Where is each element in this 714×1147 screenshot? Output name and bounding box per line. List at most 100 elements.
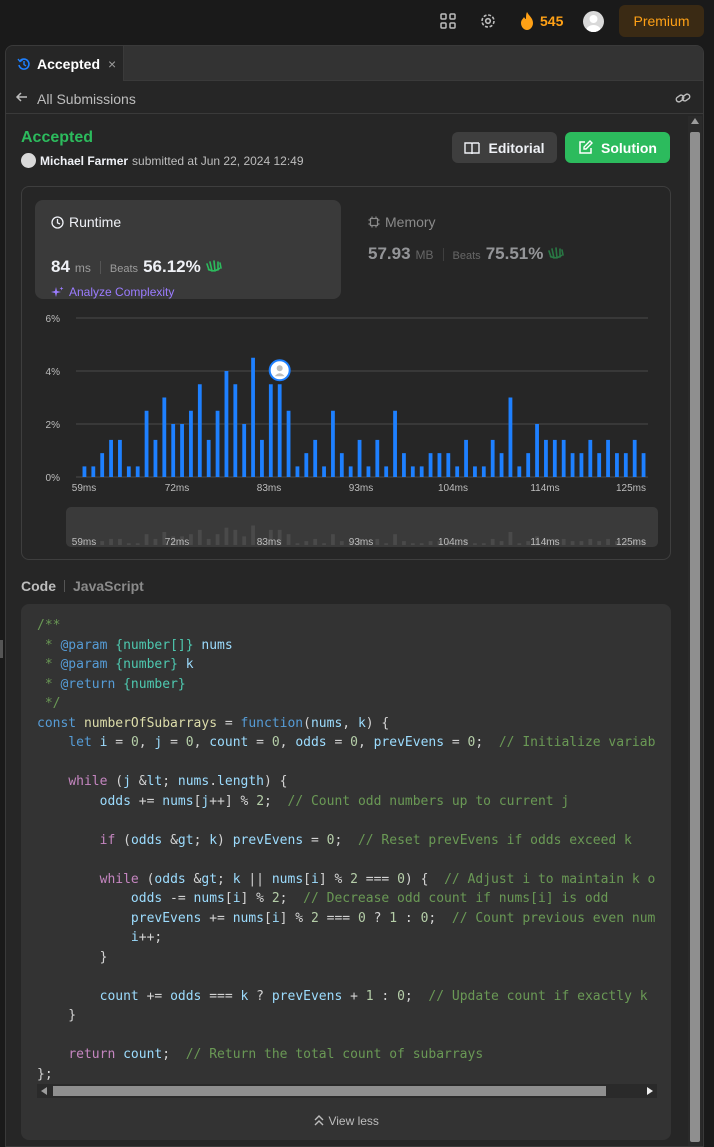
chart-bar <box>481 466 486 477</box>
code-line[interactable]: * @return {number} <box>37 675 655 695</box>
code-line[interactable]: let i = 0, j = 0, count = 0, odds = 0, p… <box>37 733 655 753</box>
navigator-bar <box>570 541 575 545</box>
share-link-icon[interactable] <box>675 91 691 105</box>
code-line[interactable] <box>37 850 655 870</box>
streak-count[interactable]: 545 <box>540 13 563 29</box>
chart-bar <box>570 453 575 477</box>
y-tick-label: 0% <box>46 473 61 484</box>
navigator-bar <box>251 525 255 545</box>
x-tick-label: 114ms <box>530 483 559 494</box>
memory-title-text: Memory <box>385 214 436 230</box>
submitter-avatar[interactable] <box>21 153 36 168</box>
code-line[interactable] <box>37 811 655 831</box>
x-tick-label: 72ms <box>165 483 189 494</box>
submission-panel: Accepted × All Submissions Accepted Mich… <box>5 45 704 1147</box>
sparkle-icon <box>51 286 64 297</box>
horizontal-scrollbar-thumb[interactable] <box>53 1086 606 1096</box>
navigator-bar <box>428 541 433 545</box>
view-less-button[interactable]: View less <box>21 1114 671 1128</box>
navigator-bar <box>384 543 389 545</box>
editorial-button[interactable]: Editorial <box>452 132 557 163</box>
code-block[interactable]: /** * @param {number[]} nums * @param {n… <box>21 604 671 1140</box>
code-line[interactable]: const numberOfSubarrays = function(nums,… <box>37 714 655 734</box>
left-panel-edge[interactable] <box>0 640 3 658</box>
navigator-bar <box>588 538 593 545</box>
premium-button[interactable]: Premium <box>619 5 704 37</box>
code-lines[interactable]: /** * @param {number[]} nums * @param {n… <box>37 616 655 1084</box>
analyze-complexity-label: Analyze Complexity <box>69 285 175 299</box>
solution-button[interactable]: Solution <box>565 132 670 163</box>
chart-bar <box>304 453 309 477</box>
navigator-bar <box>490 538 495 545</box>
code-line[interactable]: if (odds &gt; k) prevEvens = 0; // Reset… <box>37 831 655 851</box>
code-line[interactable] <box>37 753 655 773</box>
scroll-left-arrow[interactable] <box>41 1087 47 1095</box>
streak-fire-icon[interactable] <box>518 11 536 31</box>
chart-bar <box>455 466 460 477</box>
navigator-bar <box>508 532 513 545</box>
navigator-bar <box>375 538 380 545</box>
navigator-bar <box>100 541 105 545</box>
user-avatar[interactable] <box>583 11 604 32</box>
code-line[interactable]: odds += nums[j++] % 2; // Count odd numb… <box>37 792 655 812</box>
chart-bar <box>419 466 424 477</box>
code-line[interactable]: while (odds &gt; k || nums[i] % 2 === 0)… <box>37 870 655 890</box>
navigator-bar <box>481 543 486 545</box>
code-line[interactable]: */ <box>37 694 655 714</box>
navigator-tick-label: 114ms <box>530 537 559 548</box>
code-line[interactable]: * @param {number[]} nums <box>37 636 655 656</box>
code-line[interactable]: i++; <box>37 928 655 948</box>
y-tick-label: 2% <box>46 420 61 431</box>
chart-bar <box>91 466 96 477</box>
x-tick-label: 59ms <box>72 483 96 494</box>
clap-icon <box>205 260 222 272</box>
all-submissions-link[interactable]: All Submissions <box>37 91 136 107</box>
code-line[interactable]: * @param {number} k <box>37 655 655 675</box>
chart-bar <box>428 453 433 477</box>
close-tab-icon[interactable]: × <box>108 56 116 72</box>
code-line[interactable] <box>37 1026 655 1046</box>
navigator-tick-label: 125ms <box>616 537 646 548</box>
editorial-label: Editorial <box>488 139 545 156</box>
code-header: Code JavaScript <box>21 578 144 594</box>
horizontal-scrollbar[interactable] <box>37 1084 657 1098</box>
runtime-distribution-chart[interactable]: 6% 4% 2% 0% 59ms 72ms 83ms 93ms 104ms 114ms 125ms 5… <box>22 307 672 557</box>
code-line[interactable]: /** <box>37 616 655 636</box>
chart-bar <box>82 466 87 477</box>
scroll-up-arrow[interactable] <box>691 118 699 124</box>
code-line[interactable]: } <box>37 1006 655 1026</box>
tab-accepted[interactable]: Accepted × <box>6 46 124 81</box>
code-line[interactable]: odds -= nums[i] % 2; // Decrease odd cou… <box>37 889 655 909</box>
code-line[interactable] <box>37 967 655 987</box>
navigator-bar <box>144 534 149 545</box>
settings-gear-icon[interactable] <box>479 12 497 30</box>
runtime-beats-pct: 56.12% <box>143 257 201 276</box>
code-line[interactable]: count += odds === k ? prevEvens + 1 : 0;… <box>37 987 655 1007</box>
runtime-title: Runtime <box>51 214 121 230</box>
submitter-name[interactable]: Michael Farmer <box>40 154 128 168</box>
edit-icon <box>579 140 593 154</box>
code-line[interactable]: } <box>37 948 655 968</box>
navigator-bar <box>135 543 140 545</box>
code-line[interactable]: prevEvens += nums[i] % 2 === 0 ? 1 : 0; … <box>37 909 655 929</box>
history-icon <box>17 57 30 70</box>
apps-grid-icon[interactable] <box>440 13 456 29</box>
scrollbar-thumb[interactable] <box>690 132 700 1142</box>
code-line[interactable]: }; <box>37 1065 655 1085</box>
x-tick-label: 104ms <box>438 483 468 494</box>
chart-bar <box>473 466 477 477</box>
navigator-bar <box>224 527 229 545</box>
chart-bar <box>339 453 344 477</box>
scroll-right-arrow[interactable] <box>647 1087 653 1095</box>
chart-bar <box>437 453 442 477</box>
vertical-scrollbar[interactable] <box>688 116 702 1146</box>
code-line[interactable]: return count; // Return the total count … <box>37 1045 655 1065</box>
chart-bar <box>313 439 318 477</box>
runtime-title-text: Runtime <box>69 214 122 230</box>
runtime-card[interactable]: Runtime 84 ms Beats 56.12% Analyze Compl… <box>35 200 341 299</box>
chart-bar <box>233 384 238 477</box>
back-arrow-icon[interactable] <box>15 90 29 104</box>
chart-bar <box>446 453 451 477</box>
code-line[interactable]: while (j &lt; nums.length) { <box>37 772 655 792</box>
analyze-complexity-link[interactable]: Analyze Complexity <box>51 285 174 299</box>
